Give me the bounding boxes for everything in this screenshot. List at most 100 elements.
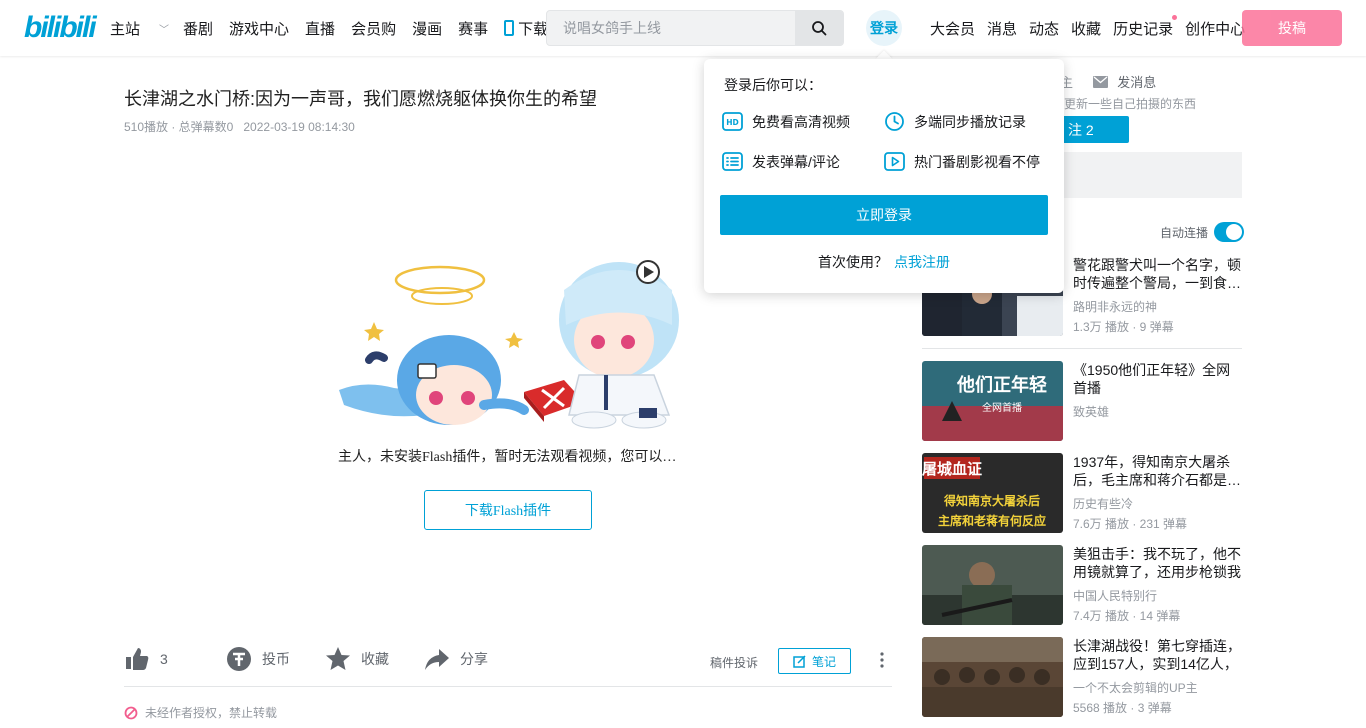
copyright-text: 未经作者授权，禁止转载 bbox=[145, 706, 278, 720]
register-link[interactable]: 点我注册 bbox=[894, 254, 950, 270]
clock-icon bbox=[885, 112, 904, 131]
danmaku-list-bar[interactable] bbox=[1060, 152, 1242, 198]
nav-favorites[interactable]: 收藏 bbox=[1071, 18, 1101, 39]
login-now-button[interactable]: 立即登录 bbox=[720, 195, 1048, 235]
note-label: 笔记 bbox=[811, 654, 836, 669]
nav-main-site[interactable]: 主站 bbox=[110, 18, 140, 39]
nav-manga[interactable]: 漫画 bbox=[412, 18, 442, 39]
search-button[interactable] bbox=[795, 11, 843, 45]
recommend-up[interactable]: 中国人民特别行 bbox=[1073, 587, 1157, 604]
thumb-text: 得知南京大屠杀后 bbox=[943, 493, 1040, 508]
recommend-title[interactable]: 警花跟警犬叫一个名字，顿时传遍整个警局，一到食… bbox=[1073, 256, 1243, 292]
perk-label: 发表弹幕/评论 bbox=[752, 153, 840, 170]
perk-label: 免费看高清视频 bbox=[752, 113, 850, 130]
recommend-up[interactable]: 路明非永远的神 bbox=[1073, 298, 1157, 315]
favorite-button[interactable]: 收藏 bbox=[325, 646, 389, 672]
more-icon[interactable] bbox=[880, 652, 884, 673]
thumb-text: 屠城血证 bbox=[922, 460, 982, 478]
recommend-item[interactable]: 他们正年轻全网首播 《1950他们正年轻》全网首播 致英雄 bbox=[922, 361, 1242, 441]
send-message-link[interactable]: 发消息 bbox=[1117, 75, 1156, 90]
nav-creator-center[interactable]: 创作中心 bbox=[1185, 18, 1245, 39]
recommend-title[interactable]: 美狙击手：我不玩了，他不用镜就算了，还用步枪锁我 bbox=[1073, 545, 1243, 581]
nav-shop[interactable]: 会员购 bbox=[351, 18, 396, 39]
divider bbox=[922, 348, 1242, 349]
download-flash-button[interactable]: 下载Flash插件 bbox=[424, 490, 592, 530]
video-title: 长津湖之水门桥:因为一声哥，我们愿燃烧躯体换你生的希望 bbox=[124, 89, 597, 109]
note-button[interactable]: 笔记 bbox=[778, 648, 851, 674]
coin-label: 投币 bbox=[262, 651, 290, 667]
thumbs-up-icon bbox=[126, 648, 149, 670]
flash-missing-message: 主人，未安装Flash插件，暂时无法观看视频，您可以… bbox=[338, 450, 677, 465]
recommend-stats: 7.6万 播放 · 231 弹幕 bbox=[1073, 517, 1188, 531]
bilibili-logo[interactable]: bilibili bbox=[24, 11, 97, 45]
report-link[interactable]: 稿件投诉 bbox=[710, 654, 758, 671]
search-box bbox=[546, 10, 844, 46]
edit-icon bbox=[793, 654, 806, 668]
perk-bangumi: 热门番剧影视看不停 bbox=[884, 151, 1040, 172]
thumb-text: 全网首播 bbox=[982, 401, 1022, 414]
share-button[interactable]: 分享 bbox=[424, 646, 488, 672]
play-icon bbox=[884, 152, 905, 171]
nav-history[interactable]: 历史记录 bbox=[1113, 14, 1178, 39]
like-button[interactable]: 3 bbox=[124, 646, 168, 672]
video-thumbnail[interactable] bbox=[922, 637, 1063, 717]
follow-button[interactable]: 注 2 bbox=[1060, 116, 1129, 143]
first-use-line: 首次使用？ 点我注册 bbox=[704, 252, 1064, 272]
list-icon bbox=[722, 152, 743, 171]
perk-hd-video: HD 免费看高清视频 bbox=[722, 111, 850, 132]
publish-time: 2022-03-19 08:14:30 bbox=[243, 120, 355, 134]
video-stats: 510播放 · 总弹幕数0 bbox=[124, 120, 234, 134]
search-icon bbox=[812, 21, 827, 36]
nav-esports[interactable]: 赛事 bbox=[458, 18, 488, 39]
autoplay-switch[interactable]: 自动连播 bbox=[1160, 222, 1245, 242]
login-avatar-button[interactable]: 登录 bbox=[866, 10, 902, 46]
coin-icon bbox=[227, 647, 251, 671]
recommend-title[interactable]: 1937年，得知南京大屠杀后，毛主席和蒋介石都是… bbox=[1073, 453, 1243, 489]
recommend-item[interactable]: 长津湖战役！第七穿插连，应到157人，实到14亿人， 一个不太会剪辑的UP主 5… bbox=[922, 637, 1242, 717]
nav-dynamics[interactable]: 动态 bbox=[1029, 18, 1059, 39]
autoplay-label: 自动连播 bbox=[1160, 225, 1209, 240]
upload-button[interactable]: 投稿 bbox=[1242, 10, 1342, 46]
video-thumbnail[interactable]: 他们正年轻 全网首播 bbox=[922, 361, 1063, 441]
nav-game-center[interactable]: 游戏中心 bbox=[229, 18, 289, 39]
recommend-title[interactable]: 《1950他们正年轻》全网首播 bbox=[1073, 361, 1243, 397]
main-nav: 主站﹀ 番剧 游戏中心 直播 会员购 漫画 赛事 下载APP bbox=[110, 0, 594, 56]
recommend-title[interactable]: 长津湖战役！第七穿插连，应到157人，实到14亿人， bbox=[1073, 637, 1243, 673]
recommend-stats: 7.4万 播放 · 14 弹幕 bbox=[1073, 609, 1181, 623]
chevron-down-icon: ﹀ bbox=[159, 24, 170, 36]
share-label: 分享 bbox=[460, 651, 488, 667]
video-thumbnail[interactable] bbox=[922, 545, 1063, 625]
recommend-item[interactable]: 屠城血证 得知南京大屠杀后 主席和老蒋有何反应 1937年，得知南京大屠杀后，毛主席… bbox=[922, 453, 1242, 533]
autoplay-toggle[interactable] bbox=[1214, 222, 1245, 242]
video-toolbar: 3 投币 收藏 分享 稿件投诉 笔记 bbox=[124, 644, 892, 687]
svg-text:HD: HD bbox=[726, 118, 739, 127]
first-use-text: 首次使用？ bbox=[818, 254, 888, 270]
nav-bangumi[interactable]: 番剧 bbox=[183, 18, 213, 39]
popup-title: 登录后你可以： bbox=[724, 77, 822, 93]
notification-dot bbox=[1172, 14, 1178, 20]
recommend-up[interactable]: 致英雄 bbox=[1073, 403, 1109, 420]
perk-label: 热门番剧影视看不停 bbox=[914, 153, 1040, 170]
perk-label: 多端同步播放记录 bbox=[914, 113, 1026, 130]
video-thumbnail[interactable]: 屠城血证 得知南京大屠杀后 主席和老蒋有何反应 bbox=[922, 453, 1063, 533]
perk-sync-history: 多端同步播放记录 bbox=[884, 111, 1026, 132]
copyright-notice: 未经作者授权，禁止转载 bbox=[124, 704, 277, 721]
search-input[interactable] bbox=[547, 11, 797, 45]
thumb-text: 他们正年轻 bbox=[956, 374, 1047, 396]
forbidden-icon bbox=[124, 706, 138, 719]
up-description: 更新一些自己拍摄的东西 bbox=[1064, 97, 1197, 111]
recommend-up[interactable]: 一个不太会剪辑的UP主 bbox=[1073, 679, 1198, 696]
nav-live[interactable]: 直播 bbox=[305, 18, 335, 39]
perk-danmaku-comment: 发表弹幕/评论 bbox=[722, 151, 840, 172]
nav-vip[interactable]: 大会员 bbox=[930, 18, 975, 39]
mail-icon bbox=[1092, 76, 1108, 88]
nav-messages[interactable]: 消息 bbox=[987, 18, 1017, 39]
video-meta: 510播放 · 总弹幕数0 2022-03-19 08:14:30 bbox=[124, 118, 355, 135]
top-header: bilibili 主站﹀ 番剧 游戏中心 直播 会员购 漫画 赛事 下载APP … bbox=[0, 0, 1366, 56]
favorite-label: 收藏 bbox=[361, 651, 389, 667]
recommend-up[interactable]: 历史有些冷 bbox=[1073, 495, 1133, 512]
coin-button[interactable]: 投币 bbox=[226, 646, 290, 672]
like-count: 3 bbox=[160, 651, 168, 667]
recommend-item[interactable]: 美狙击手：我不玩了，他不用镜就算了，还用步枪锁我 中国人民特别行 7.4万 播放… bbox=[922, 545, 1242, 625]
recommend-stats: 5568 播放 · 3 弹幕 bbox=[1073, 701, 1172, 715]
